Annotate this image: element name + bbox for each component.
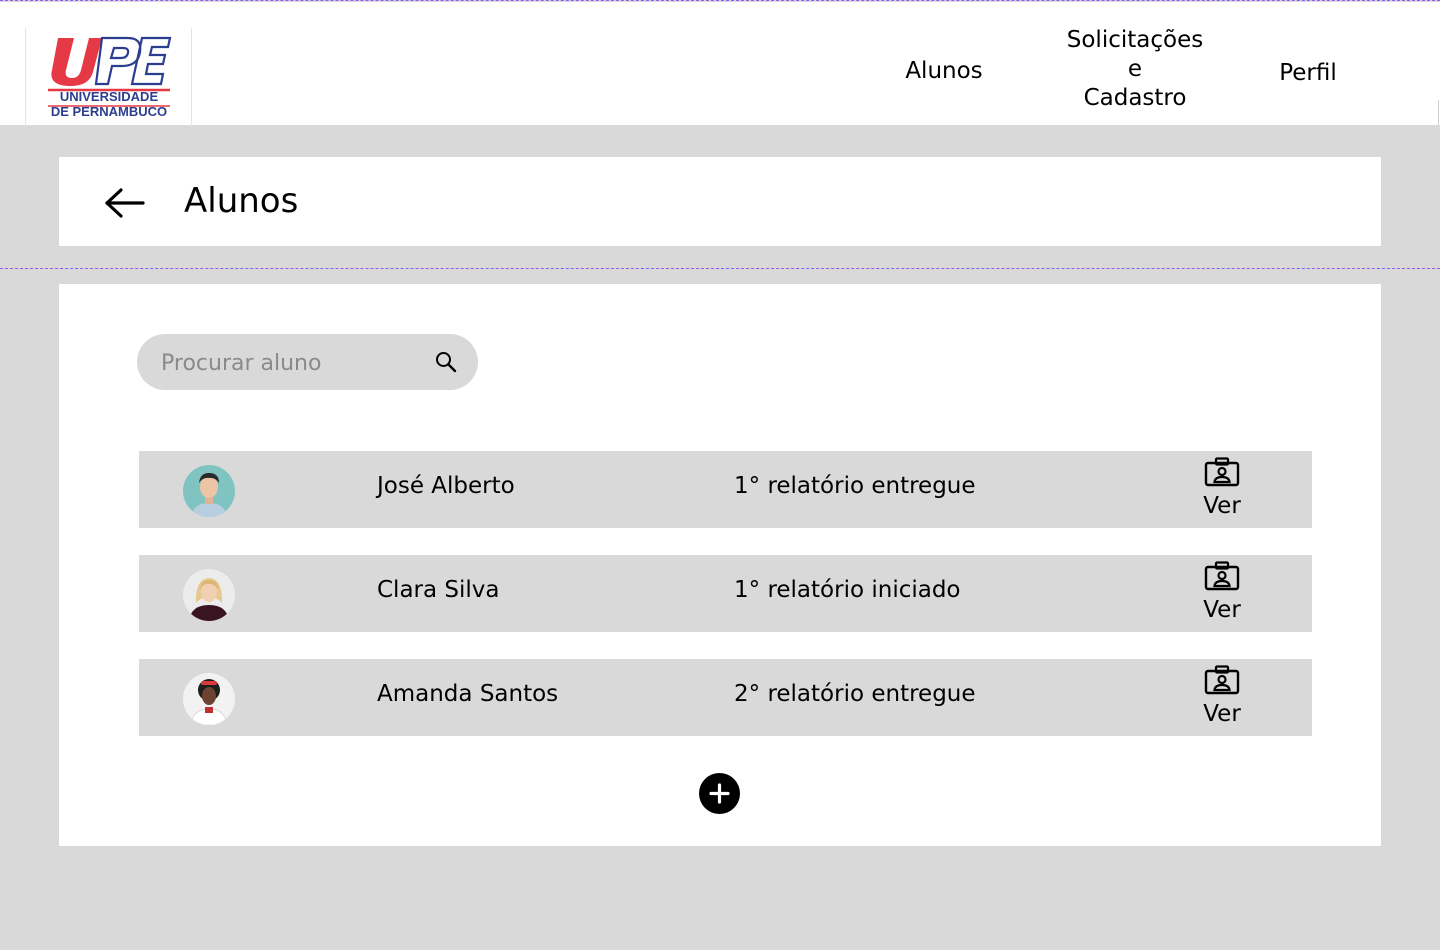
avatar [183, 569, 235, 621]
student-row[interactable]: Amanda Santos 2° relatório entregue Ver [139, 659, 1312, 736]
guide-line-middle [0, 268, 1440, 269]
search-icon[interactable] [435, 351, 457, 377]
nav-link-solicitacoes-cadastro[interactable]: Solicitações e Cadastro [1050, 26, 1220, 113]
student-row[interactable]: José Alberto 1° relatório entregue Ver [139, 451, 1312, 528]
view-label: Ver [1203, 493, 1241, 519]
navbar-edge-divider [1438, 100, 1439, 125]
upe-logo[interactable]: UNIVERSIDADE DE PERNAMBUCO [25, 28, 192, 127]
top-navbar: UNIVERSIDADE DE PERNAMBUCO Alunos Solici… [0, 2, 1440, 127]
students-panel: José Alberto 1° relatório entregue Ver [59, 284, 1381, 846]
arrow-left-icon[interactable] [103, 187, 147, 223]
add-student-button[interactable] [699, 773, 740, 814]
student-name: Amanda Santos [377, 681, 559, 707]
student-row[interactable]: Clara Silva 1° relatório iniciado Ver [139, 555, 1312, 632]
student-status: 1° relatório entregue [734, 473, 976, 499]
id-badge-icon [1204, 561, 1240, 595]
id-badge-icon [1204, 457, 1240, 491]
page-header: Alunos [59, 157, 1381, 246]
upe-logo-mark: UNIVERSIDADE DE PERNAMBUCO [48, 36, 172, 119]
view-label: Ver [1203, 597, 1241, 623]
guide-line-top [0, 0, 1440, 1]
search-input[interactable] [159, 342, 413, 384]
view-student-button[interactable]: Ver [1187, 561, 1257, 627]
student-name: José Alberto [377, 473, 515, 499]
student-status: 1° relatório iniciado [734, 577, 961, 603]
view-student-button[interactable]: Ver [1187, 457, 1257, 523]
view-label: Ver [1203, 701, 1241, 727]
student-name: Clara Silva [377, 577, 500, 603]
nav-link-perfil[interactable]: Perfil [1262, 59, 1354, 88]
page-title: Alunos [184, 181, 299, 221]
avatar [183, 465, 235, 517]
search-bar [137, 334, 478, 390]
svg-text:UNIVERSIDADE: UNIVERSIDADE [60, 89, 159, 104]
plus-icon [709, 783, 730, 804]
avatar [183, 673, 235, 725]
id-badge-icon [1204, 665, 1240, 699]
view-student-button[interactable]: Ver [1187, 665, 1257, 731]
student-status: 2° relatório entregue [734, 681, 976, 707]
nav-link-alunos[interactable]: Alunos [888, 57, 1000, 86]
